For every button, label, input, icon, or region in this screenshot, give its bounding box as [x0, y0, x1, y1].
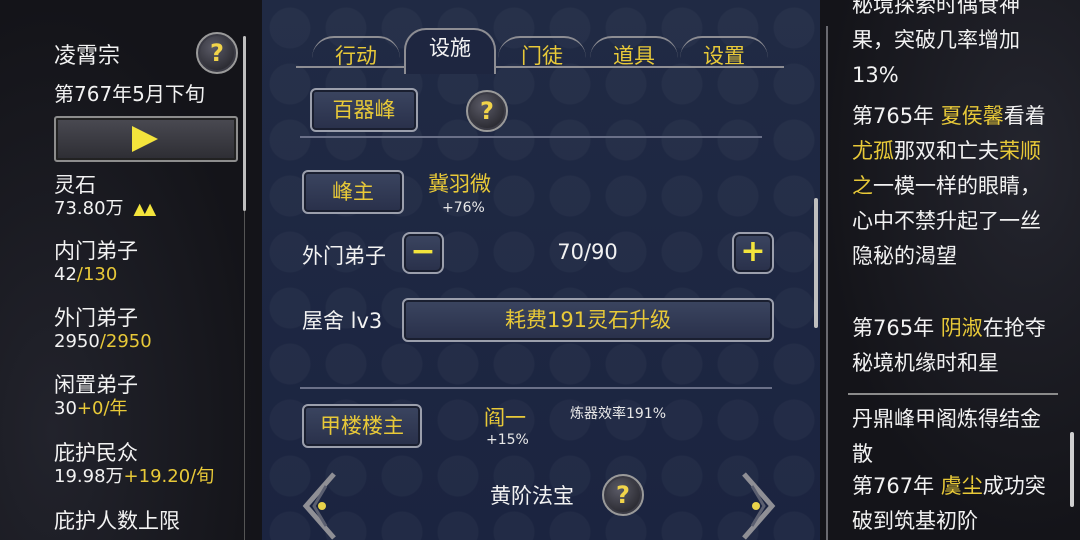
upgrade-house-button[interactable]: 耗费191灵石升级: [402, 298, 774, 342]
peak-name-button[interactable]: 百器峰: [310, 88, 418, 132]
tab-disciples[interactable]: 门徒: [498, 36, 586, 74]
log-text: 第767年: [852, 474, 941, 498]
decrease-outer-button[interactable]: −: [402, 232, 444, 274]
sect-name: 凌霄宗: [54, 44, 121, 69]
stat-value: 19.98万: [54, 466, 124, 487]
increase-arrows-icon: ▲▲: [133, 199, 157, 218]
stat-spirit-stones: 灵石 73.80万 ▲▲: [54, 172, 157, 220]
log-entry: 秘境探索时偶食神果，突破几率增加13%: [852, 0, 1048, 93]
crafting-efficiency: 炼器效率191%: [570, 406, 667, 422]
stat-label: 庇护人数上限: [54, 509, 180, 533]
log-entry: 丹鼎峰甲阁炼得结金散: [852, 402, 1048, 472]
stat-value: 73.80万: [54, 198, 124, 219]
play-icon: [132, 126, 158, 152]
stat-value: 2950: [54, 331, 100, 352]
stat-extra: +0/年: [76, 398, 128, 419]
character-name[interactable]: 阴淑: [941, 316, 983, 340]
sect-status-panel: 凌霄宗 ? 第767年5月下旬 灵石 73.80万 ▲▲ 内门弟子 42/130 …: [0, 0, 262, 540]
stat-idle-disciples: 闲置弟子 30+0/年: [54, 372, 138, 420]
log-text: 第765年: [852, 104, 941, 128]
stat-label: 闲置弟子: [54, 373, 138, 397]
tower-master-name[interactable]: 阎一: [484, 402, 526, 432]
previous-arrow-icon[interactable]: [300, 472, 340, 540]
tab-actions[interactable]: 行动: [312, 36, 400, 74]
center-scrollbar[interactable]: [814, 198, 818, 328]
stat-extra: /130: [76, 264, 118, 285]
game-date: 第767年5月下旬: [54, 82, 205, 106]
log-border: [826, 26, 828, 540]
peak-master-button[interactable]: 峰主: [302, 170, 404, 214]
stat-outer-disciples: 外门弟子 2950/2950: [54, 305, 152, 353]
stat-label: 外门弟子: [54, 306, 138, 330]
stat-protected-people: 庇护民众 19.98万+19.20/旬: [54, 440, 214, 488]
log-separator: [848, 393, 1058, 395]
section-divider: [300, 387, 772, 389]
stat-label: 内门弟子: [54, 239, 138, 263]
character-name[interactable]: 虞尘: [941, 474, 983, 498]
log-entry: 第765年 夏侯馨看着尤孤那双和亡夫荣顺之一模一样的眼睛，心中不禁升起了一丝隐秘…: [852, 99, 1048, 274]
right-scrollbar[interactable]: [1070, 432, 1074, 507]
house-level-label: 屋舍 lv3: [302, 309, 383, 333]
tower-master-bonus: +15%: [486, 432, 529, 448]
stat-inner-disciples: 内门弟子 42/130: [54, 238, 138, 286]
outer-disciples-count: 70/90: [557, 240, 618, 264]
stat-label: 灵石: [54, 173, 96, 197]
treasure-grade-label: 黄阶法宝: [490, 484, 574, 508]
stat-value: 42: [54, 264, 77, 285]
log-text: 秘境探索时偶食神果，突破几率增加13%: [852, 0, 1020, 87]
stat-extra: /2950: [99, 331, 152, 352]
stat-extra: +19.20/旬: [123, 466, 215, 487]
log-entry: 第765年 阴淑在抢夺秘境机缘时和星: [852, 311, 1048, 381]
sect-help-button[interactable]: ?: [196, 32, 238, 74]
left-scrollbar[interactable]: [243, 36, 246, 211]
next-arrow-icon[interactable]: [738, 472, 778, 540]
log-text: 那双和亡夫: [894, 139, 999, 163]
tab-facilities[interactable]: 设施: [404, 28, 496, 74]
log-text: 看着: [1003, 104, 1046, 128]
character-name[interactable]: 夏侯馨: [941, 104, 1004, 128]
facility-help-button[interactable]: ?: [466, 90, 508, 132]
tab-items[interactable]: 道具: [590, 36, 678, 74]
stat-value: 30: [54, 398, 77, 419]
increase-outer-button[interactable]: +: [732, 232, 774, 274]
peak-master-bonus: +76%: [442, 200, 485, 216]
tab-settings[interactable]: 设置: [680, 36, 768, 74]
log-text: 丹鼎峰甲阁炼得结金散: [852, 407, 1041, 466]
outer-disciples-label: 外门弟子: [302, 244, 386, 268]
stat-protection-limit: 庇护人数上限: [54, 508, 180, 534]
section-divider: [300, 136, 762, 138]
log-entry: 第767年 虞尘成功突破到筑基初阶: [852, 469, 1048, 539]
tower-master-button[interactable]: 甲楼楼主: [302, 404, 422, 448]
character-name[interactable]: 尤孤: [852, 139, 894, 163]
peak-master-name[interactable]: 冀羽微: [428, 168, 491, 198]
advance-time-button[interactable]: [54, 116, 238, 162]
log-text: 第765年: [852, 316, 941, 340]
log-text: 一模一样的眼睛，心中不禁升起了一丝隐秘的渴望: [852, 174, 1041, 268]
stat-label: 庇护民众: [54, 441, 138, 465]
treasure-help-button[interactable]: ?: [602, 474, 644, 516]
